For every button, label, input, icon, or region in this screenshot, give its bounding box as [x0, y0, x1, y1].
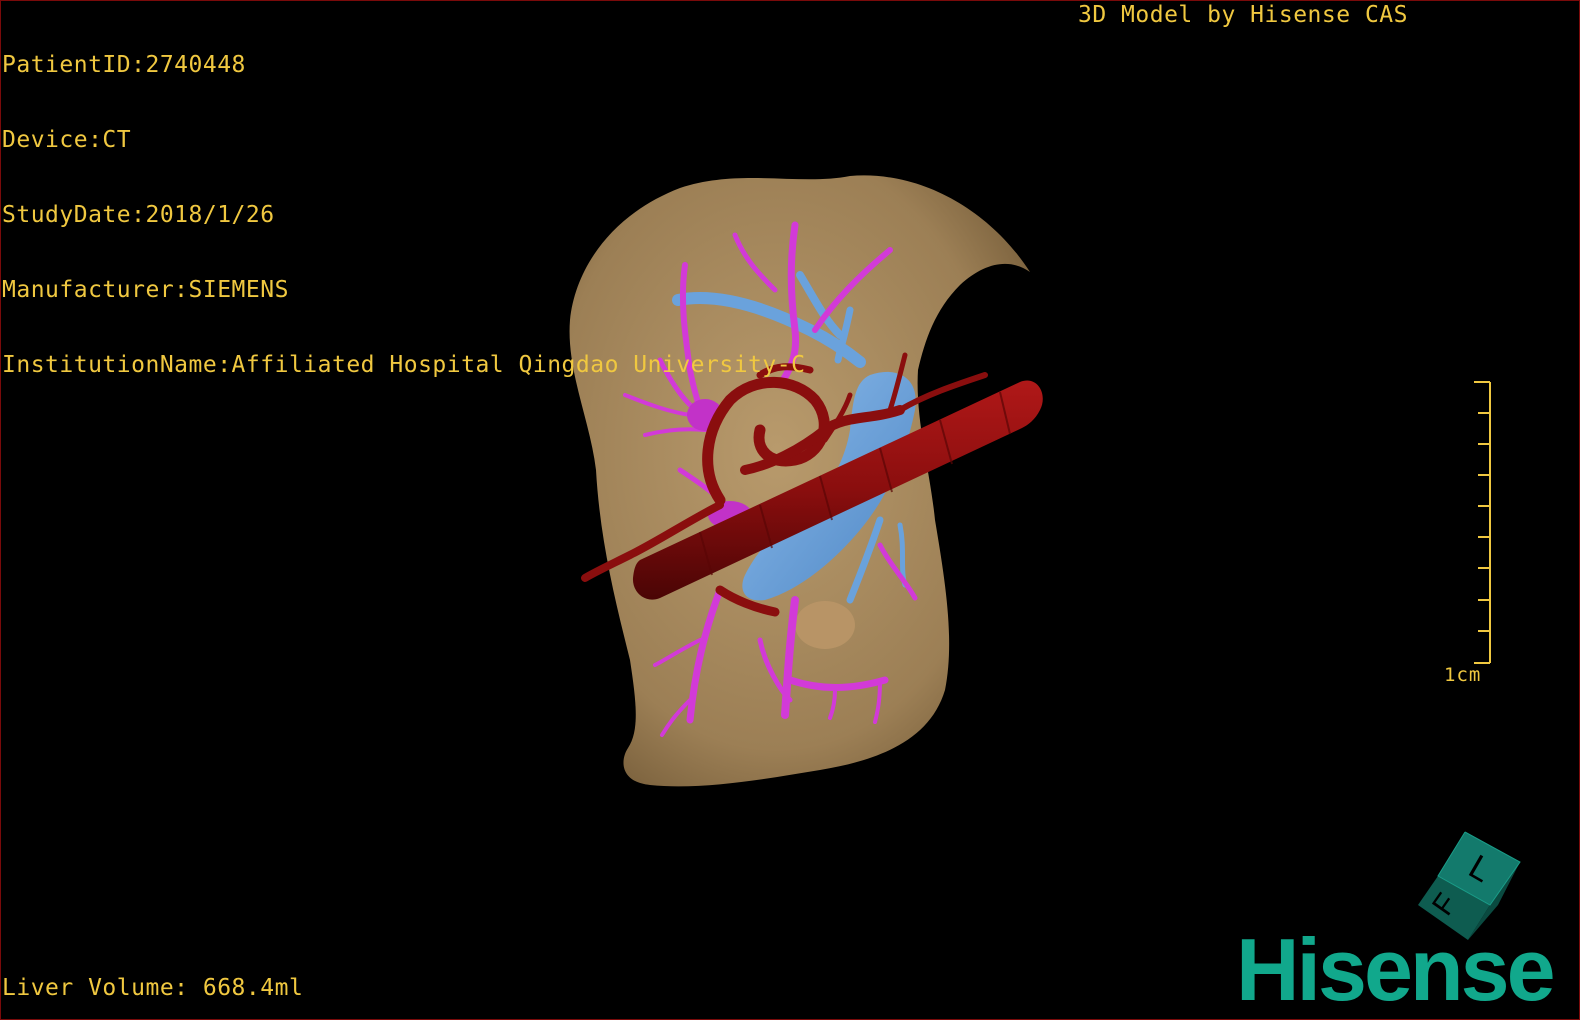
liver-nodule	[795, 601, 855, 649]
scale-bar-label: 1cm	[1444, 664, 1482, 686]
device: Device:CT	[2, 127, 132, 153]
scale-bar	[1474, 381, 1491, 664]
institution-name: InstitutionName:Affiliated Hospital Qing…	[2, 352, 806, 378]
liver-volume: Liver Volume: 668.4ml	[2, 975, 304, 1001]
manufacturer: Manufacturer:SIEMENS	[2, 277, 289, 303]
model-credit: 3D Model by Hisense CAS	[1078, 2, 1408, 28]
study-date: StudyDate:2018/1/26	[2, 202, 275, 228]
brand-logo: Hisense	[1236, 920, 1556, 1019]
dicom-metadata: PatientID:2740448 Device:CT StudyDate:20…	[2, 3, 805, 403]
patient-id: PatientID:2740448	[2, 52, 246, 78]
